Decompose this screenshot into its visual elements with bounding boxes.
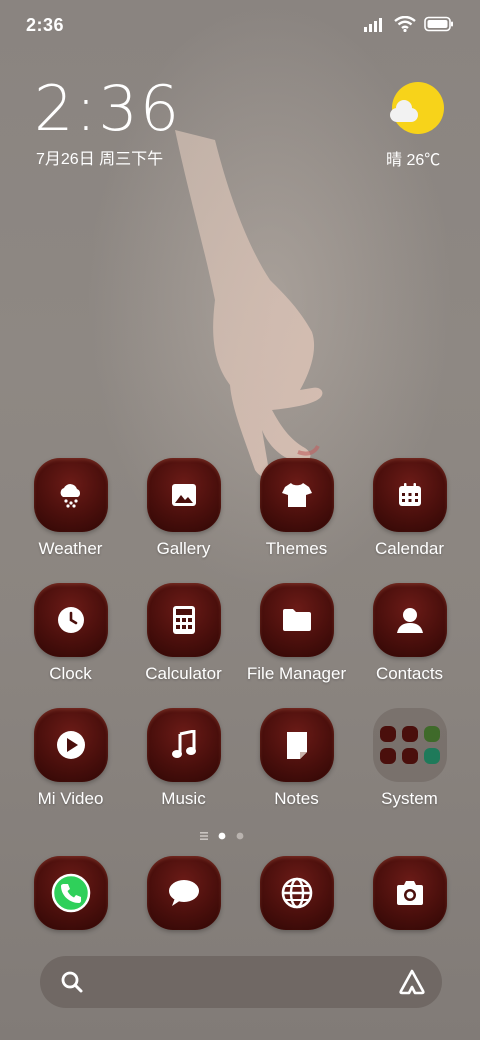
app-themes-tile[interactable] — [259, 458, 334, 532]
app-clock-tile[interactable] — [33, 583, 108, 657]
dock-phone-tile[interactable] — [33, 856, 108, 930]
mini-app-icon — [423, 726, 440, 742]
app-system-folder[interactable]: System — [353, 708, 466, 809]
calculator-icon — [172, 606, 195, 634]
app-music-tile[interactable] — [146, 708, 221, 782]
browser-icon — [281, 877, 312, 909]
mini-app-icon — [401, 726, 418, 742]
app-clock[interactable]: Clock — [14, 583, 127, 684]
status-icons — [364, 16, 454, 32]
app-label: Mi Video — [37, 789, 104, 808]
status-time: 2:36 — [26, 15, 65, 35]
mini-app-icon — [379, 748, 396, 764]
dock-messages[interactable] — [127, 856, 240, 930]
image-icon — [171, 484, 196, 506]
status-bar: 2:36 — [0, 0, 480, 50]
app-mi-video[interactable]: Mi Video — [14, 708, 127, 809]
signal-icon — [364, 18, 382, 32]
dock-camera[interactable] — [353, 856, 466, 930]
app-label: Themes — [265, 539, 328, 558]
app-label: Weather — [38, 539, 103, 558]
app-calculator[interactable]: Calculator — [127, 583, 240, 684]
app-contacts[interactable]: Contacts — [353, 583, 466, 684]
phone-icon — [51, 873, 90, 913]
mini-app-icon — [423, 748, 440, 764]
app-themes[interactable]: Themes — [240, 458, 353, 559]
cloud-icon — [390, 100, 418, 122]
wifi-icon — [394, 16, 416, 32]
note-icon — [286, 732, 307, 759]
search-icon[interactable] — [60, 970, 84, 994]
message-icon — [168, 880, 199, 906]
music-note-icon — [171, 730, 196, 758]
app-label: Calculator — [145, 664, 222, 683]
app-file-manager-tile[interactable] — [259, 583, 334, 657]
home-clock[interactable]: 2:36 — [34, 74, 181, 144]
app-calendar-tile[interactable] — [372, 458, 447, 532]
mini-app-icon — [379, 726, 396, 742]
dock-messages-tile[interactable] — [146, 856, 221, 930]
play-icon — [56, 731, 85, 759]
app-label: Clock — [49, 664, 92, 683]
dock-camera-tile[interactable] — [372, 856, 447, 930]
dock-browser[interactable] — [240, 856, 353, 930]
app-file-manager[interactable]: File Manager — [240, 583, 353, 684]
app-label: Contacts — [375, 664, 444, 683]
cloud-snow-icon — [60, 484, 80, 508]
folder-icon — [282, 609, 311, 631]
app-label: File Manager — [246, 664, 347, 683]
app-gallery[interactable]: Gallery — [127, 458, 240, 559]
app-music[interactable]: Music — [127, 708, 240, 809]
app-label: Gallery — [156, 539, 211, 558]
app-contacts-tile[interactable] — [372, 583, 447, 657]
weather-summary: 晴 26℃ — [386, 152, 441, 169]
app-label: Music — [161, 789, 206, 808]
clock-icon — [57, 607, 84, 633]
app-notes[interactable]: Notes — [240, 708, 353, 809]
app-label: System — [381, 789, 438, 808]
home-date: 7月26日 周三下午 — [36, 151, 164, 168]
app-mi-video-tile[interactable] — [33, 708, 108, 782]
app-calendar[interactable]: Calendar — [353, 458, 466, 559]
app-gallery-tile[interactable] — [146, 458, 221, 532]
app-weather-tile[interactable] — [33, 458, 108, 532]
app-label: Calendar — [375, 539, 444, 558]
person-icon — [396, 608, 423, 633]
battery-icon — [424, 16, 453, 32]
weather-widget[interactable]: 晴 26℃ — [386, 78, 446, 169]
app-calculator-tile[interactable] — [146, 583, 221, 657]
tshirt-icon — [281, 483, 312, 507]
camera-icon — [396, 881, 423, 905]
mini-app-icon — [401, 748, 418, 764]
app-notes-tile[interactable] — [259, 708, 334, 782]
dock-browser-tile[interactable] — [259, 856, 334, 930]
page-indicator[interactable] — [200, 830, 280, 842]
app-weather[interactable]: Weather — [14, 458, 127, 559]
app-label: Notes — [274, 789, 319, 808]
folder-grid-icon[interactable] — [372, 708, 447, 782]
dock-phone[interactable] — [14, 856, 127, 930]
calendar-icon — [398, 483, 421, 506]
search-bar[interactable] — [40, 956, 442, 1008]
assistant-icon[interactable] — [398, 968, 426, 996]
